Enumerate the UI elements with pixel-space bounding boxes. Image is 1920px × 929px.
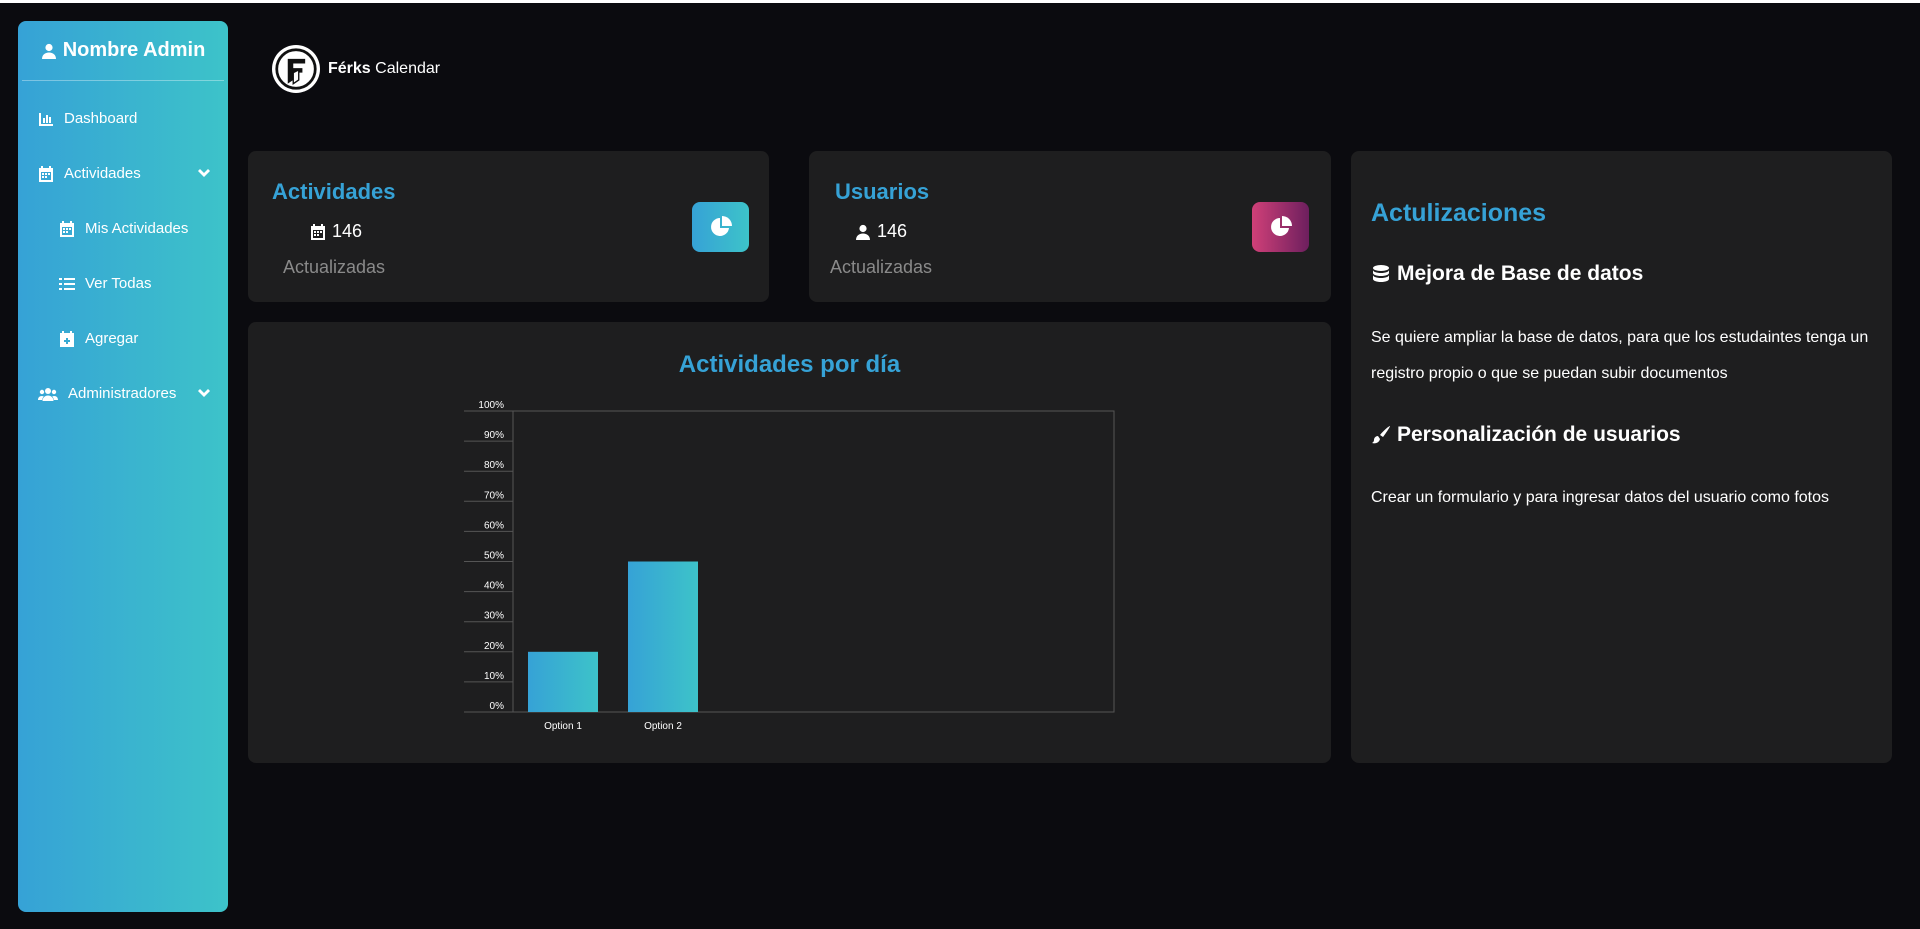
list-icon [59,276,75,292]
y-tick-label: 30% [484,611,504,622]
y-tick-label: 100% [478,400,504,411]
sidebar-item-label: Actividades [64,165,141,182]
sidebar-item-actividades[interactable]: Actividades [22,146,224,201]
update-heading: Personalización de usuarios [1371,423,1681,447]
pie-chart-icon [710,216,732,236]
pie-chart-button[interactable] [1252,202,1309,252]
sidebar-item-label: Dashboard [64,110,138,127]
brand-name-bold: Férks [328,60,371,77]
sidebar-item-mis-actividades[interactable]: Mis Actividades [22,201,224,256]
y-tick-label: 50% [484,551,504,562]
update-description: Se quiere ampliar la base de datos, para… [1371,329,1869,382]
sidebar-item-label: Ver Todas [85,275,152,292]
sidebar-item-label: Agregar [85,330,139,347]
sidebar-item-label: Mis Actividades [85,220,189,237]
chevron-down-icon[interactable] [196,386,212,402]
usuarios-stat-card[interactable]: Usuarios 146 Actualizadas [809,151,1331,302]
admin-name: Nombre Admin [62,39,206,61]
stat-value: 146 [855,221,907,242]
stat-number: 146 [332,221,363,241]
y-tick-label: 0% [490,701,505,712]
app-logo[interactable]: Férks Calendar [272,45,440,93]
user-icon [855,224,871,240]
sidebar: Nombre Admin Dashboard Actividades Mis A… [18,21,228,912]
brand-name-rest: Calendar [375,60,441,77]
card-title: Usuarios [835,179,930,204]
logo-mark-icon [272,45,320,93]
chevron-down-icon[interactable] [196,166,212,182]
sidebar-item-agregar[interactable]: Agregar [22,311,224,366]
user-icon [41,43,57,59]
y-tick-label: 60% [484,520,504,531]
sidebar-item-label: Administradores [68,385,177,402]
pie-chart-icon [1270,216,1292,236]
calendar-icon [59,220,75,237]
top-border [0,0,1920,3]
chart-line-icon [38,111,54,127]
bar [628,561,698,712]
stat-subtitle: Actualizadas [830,257,933,277]
updates-title: Actulizaciones [1371,199,1547,227]
x-tick-label: Option 2 [644,721,682,732]
actividades-stat-card[interactable]: Actividades 146 Actualizadas [248,151,769,302]
card-title: Actividades [272,179,396,204]
calendar-plus-icon [59,330,75,347]
sidebar-header[interactable]: Nombre Admin [22,21,224,81]
bar-chart: 0% 10% 20% 30% 40% 50% 60% 70% 80% 90% 100% Option … [464,400,1115,732]
sidebar-item-ver-todas[interactable]: Ver Todas [22,256,224,311]
calendar-icon [38,165,54,182]
calendar-icon [310,223,326,240]
updates-card: Actulizaciones Mejora de Base de datos S… [1351,151,1892,763]
y-tick-label: 20% [484,641,504,652]
y-tick-label: 80% [484,460,504,471]
brand-name: Férks Calendar [328,60,440,78]
x-tick-label: Option 1 [544,721,582,732]
stat-value: 146 [310,221,362,242]
sidebar-item-administradores[interactable]: Administradores [22,366,224,421]
y-tick-label: 40% [484,581,504,592]
plot-frame [512,410,1115,713]
y-tick-label: 90% [484,430,504,441]
update-heading: Mejora de Base de datos [1371,262,1643,286]
bar [528,651,598,712]
update-description: Crear un formulario y para ingresar dato… [1371,489,1829,506]
y-tick-label: 10% [484,671,504,682]
pie-chart-button[interactable] [692,202,749,252]
paintbrush-icon [1372,426,1390,444]
database-icon [1373,265,1389,282]
sidebar-item-dashboard[interactable]: Dashboard [22,91,224,146]
stat-subtitle: Actualizadas [283,257,386,277]
update-heading-text: Mejora de Base de datos [1397,262,1644,285]
update-heading-text: Personalización de usuarios [1397,423,1681,446]
sidebar-nav: Dashboard Actividades Mis Actividades Ve… [22,91,224,421]
users-icon [38,386,58,402]
activities-chart-card: Actividades por día 0% 10% 20% 30% 40% 50% 60%… [248,322,1331,763]
y-tick-label: 70% [484,490,504,501]
stat-number: 146 [877,221,908,241]
